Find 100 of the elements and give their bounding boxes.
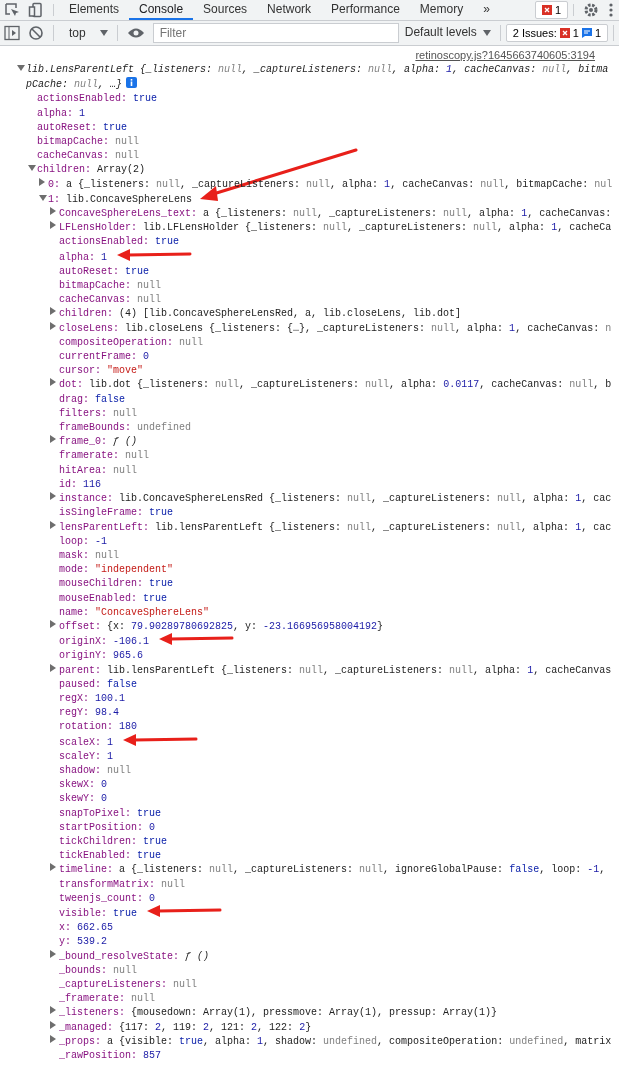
property-key: 1: — [48, 193, 60, 205]
property-value: true — [137, 850, 162, 862]
property-value: true — [133, 93, 158, 105]
expand-triangle-icon[interactable] — [50, 619, 56, 628]
property-key: regY: — [59, 707, 89, 719]
eye-icon[interactable] — [126, 27, 145, 39]
clear-console-icon[interactable] — [28, 25, 44, 41]
expand-triangle-icon[interactable] — [50, 1006, 56, 1015]
expand-triangle-icon[interactable] — [50, 221, 56, 230]
property-key: children: — [59, 308, 113, 320]
expand-triangle-icon[interactable] — [50, 378, 56, 387]
expand-triangle-icon[interactable] — [50, 949, 56, 958]
property-value: 0 — [101, 779, 108, 791]
property-value: {x: 79.90289780692825, y: -23.166956958004192} — [107, 620, 384, 632]
more-tabs-button[interactable]: » — [473, 0, 500, 20]
caret-icon[interactable] — [99, 30, 108, 36]
property-value: 1 — [79, 107, 86, 119]
info-icon[interactable] — [126, 77, 138, 89]
expand-triangle-icon[interactable] — [39, 177, 45, 186]
property-key: hitArea: — [59, 464, 107, 476]
expand-triangle-icon[interactable] — [28, 165, 36, 172]
property-value: {117: 2, 119: 2, 121: 2, 122: 2} — [119, 1021, 312, 1033]
property-key: scaleY: — [59, 750, 101, 762]
property-key: id: — [59, 478, 77, 490]
expand-triangle-icon[interactable] — [50, 435, 56, 444]
issues-button[interactable]: 2 Issues: 1 1 — [505, 23, 609, 43]
expand-triangle-icon[interactable] — [17, 65, 25, 71]
panel-tab[interactable]: Sources — [193, 0, 258, 20]
property-key: _rawPosition: — [59, 1050, 137, 1061]
property-key: actionsEnabled: — [59, 236, 149, 248]
expand-triangle-icon[interactable] — [50, 1020, 56, 1029]
panel-tab[interactable]: Memory — [409, 0, 474, 20]
filter-field[interactable]: Filter — [152, 23, 399, 43]
property-key: skewY: — [59, 793, 95, 805]
more-options-icon[interactable] — [607, 2, 615, 18]
expand-triangle-icon[interactable] — [50, 663, 56, 672]
panel-tab[interactable]: Elements — [59, 0, 130, 20]
device-icon[interactable] — [28, 2, 44, 18]
property-value: 1 — [101, 251, 108, 263]
property-key: transformMatrix: — [59, 878, 155, 890]
property-value: true — [149, 578, 174, 590]
property-key: regX: — [59, 692, 89, 704]
property-key: mask: — [59, 549, 89, 561]
source-link[interactable]: retinoscopy.js?1645663740605:3194 — [415, 49, 595, 61]
property-key: dot: — [59, 379, 83, 391]
sidebar-toggle-icon[interactable] — [4, 25, 20, 41]
property-value: null — [115, 150, 140, 162]
property-value: 116 — [83, 478, 102, 490]
panel-tab[interactable]: Performance — [321, 0, 410, 20]
property-value: null — [125, 450, 150, 462]
expand-triangle-icon[interactable] — [50, 520, 56, 529]
property-value: true — [113, 908, 138, 919]
property-value: 180 — [119, 721, 138, 733]
settings-icon[interactable] — [583, 2, 599, 18]
property-value: null — [137, 294, 162, 306]
property-key: cacheCanvas: — [59, 294, 131, 306]
property-key: mouseEnabled: — [59, 592, 137, 604]
property-key: cacheCanvas: — [37, 150, 109, 162]
property-value: (4) [lib.ConcaveSphereLensRed, a, lib.closeLens, lib.dot] — [119, 308, 462, 320]
log-levels-dropdown[interactable]: Default levels — [402, 23, 479, 43]
expand-triangle-icon[interactable] — [50, 207, 56, 216]
property-value: true — [155, 236, 180, 248]
property-value: null — [113, 407, 138, 419]
expand-triangle-icon[interactable] — [50, 1034, 56, 1043]
expand-triangle-icon[interactable] — [50, 307, 56, 316]
property-key: cursor: — [59, 365, 101, 377]
property-value: true — [143, 592, 168, 604]
property-key: currentFrame: — [59, 351, 137, 363]
property-value: a {visible: true, alpha: 1, shadow: undefined, compositeOperation: undefined, matrix — [107, 1035, 612, 1047]
property-value: "ConcaveSphereLens" — [95, 606, 210, 618]
property-key: compositeOperation: — [59, 336, 174, 348]
expand-triangle-icon[interactable] — [50, 863, 56, 872]
property-value: null — [113, 464, 138, 476]
context-dropdown[interactable]: top — [58, 24, 96, 42]
property-value: {mousedown: Array(1), pressmove: Array(1), pressup: Array(1)} — [131, 1007, 498, 1019]
expand-triangle-icon[interactable] — [50, 321, 56, 330]
property-value: null — [173, 979, 198, 990]
property-key: children: — [37, 164, 91, 176]
property-key: lensParentLeft: — [59, 521, 149, 533]
error-count-button[interactable]: 1 — [534, 1, 568, 19]
property-key: _captureListeners: — [59, 979, 168, 990]
property-key: ConcaveSphereLens_text: — [59, 208, 198, 220]
property-key: snapToPixel: — [59, 807, 131, 819]
property-value: lib.dot {_listeners: null, _captureListeners: null, alpha: 0.0117, cacheCanvas: null, b — [89, 379, 612, 391]
property-key: LFLensHolder: — [59, 222, 137, 234]
property-value: lib.lensParentLeft {_listeners: null, _captureListeners: null, alpha: 1, cac — [155, 521, 612, 533]
property-key: tweenjs_count: — [59, 892, 143, 904]
object-preview: pCache: null, …} — [26, 79, 123, 91]
expand-triangle-icon[interactable] — [39, 194, 47, 201]
property-value: lib.ConcaveSphereLens — [66, 193, 193, 205]
caret-icon[interactable] — [482, 30, 491, 36]
expand-triangle-icon[interactable] — [50, 492, 56, 501]
property-value: true — [149, 507, 174, 519]
property-key: autoReset: — [59, 265, 119, 277]
property-value: Array(2) — [97, 164, 146, 176]
property-key: shadow: — [59, 764, 101, 776]
panel-tab[interactable]: Network — [257, 0, 322, 20]
inspect-icon[interactable] — [4, 2, 20, 18]
property-value: 1 — [107, 750, 114, 762]
property-key: alpha: — [59, 251, 95, 263]
